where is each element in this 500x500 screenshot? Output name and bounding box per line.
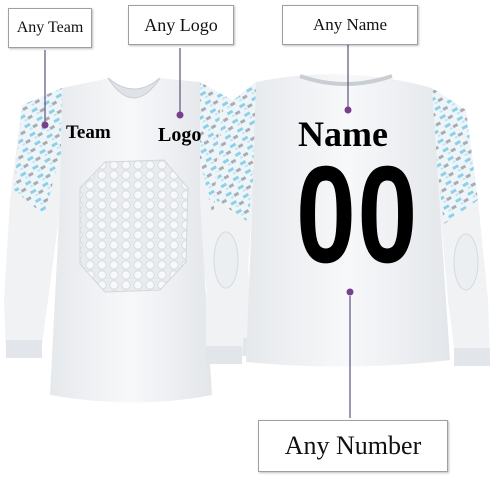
front-hex-padding (79, 159, 189, 293)
callout-any-number: Any Number (258, 420, 448, 472)
front-team-print: Team (66, 122, 111, 143)
front-logo-print: Logo (158, 124, 202, 146)
pointer-logo-dot (176, 111, 184, 119)
back-number-print: 00 (296, 138, 419, 292)
callout-any-logo: Any Logo (128, 5, 234, 45)
pointer-team-dot (41, 121, 49, 129)
callout-any-name: Any Name (282, 5, 418, 45)
callout-any-team: Any Team (8, 8, 92, 48)
